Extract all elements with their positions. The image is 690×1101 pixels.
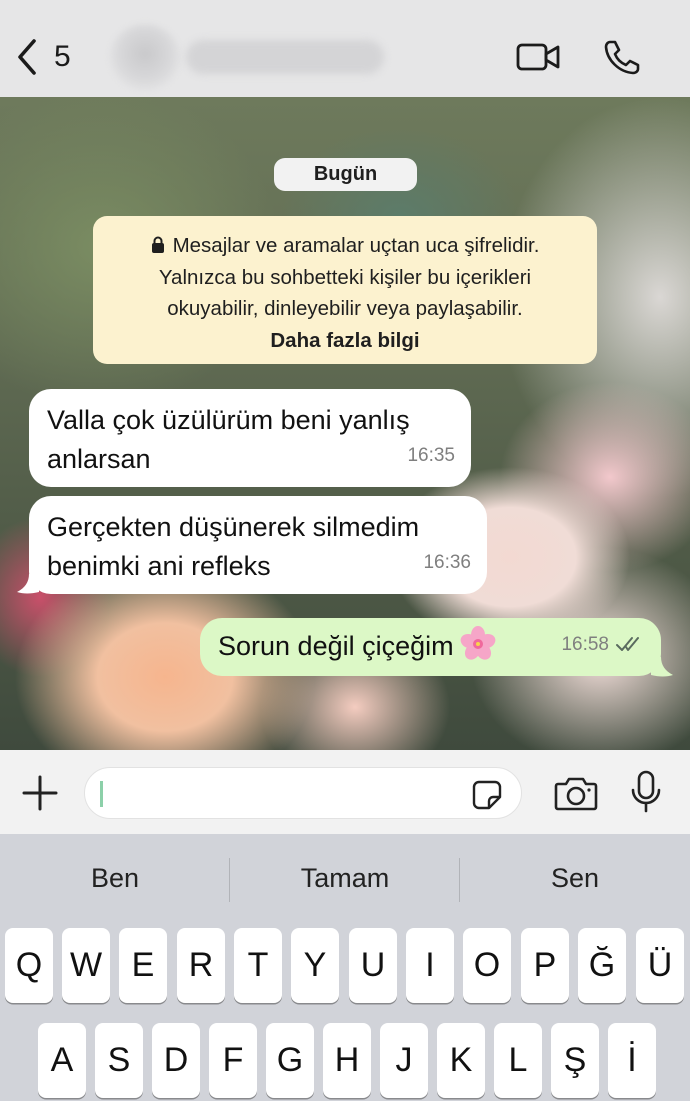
key-a[interactable]: A — [38, 1023, 86, 1098]
message-meta: 16:58 — [561, 625, 643, 664]
chat-header: 5 — [0, 0, 690, 97]
key-u[interactable]: U — [349, 928, 397, 1003]
message-text-line: benimki ani refleks — [47, 551, 271, 581]
chat-area[interactable]: Bugün Mesajlar ve aramalar uçtan uca şif… — [0, 97, 690, 750]
bubble-tail — [17, 574, 39, 594]
key-h[interactable]: H — [323, 1023, 371, 1098]
key-o[interactable]: O — [463, 928, 511, 1003]
key-g-breve[interactable]: Ğ — [578, 928, 626, 1003]
phone-icon — [604, 40, 640, 75]
cherry-blossom-icon — [460, 626, 496, 660]
suggestion-1[interactable]: Ben — [0, 856, 230, 900]
message-text-line: anlarsan — [47, 444, 151, 474]
keyboard: Q W E R T Y U I O P Ğ Ü A S D F G H J K … — [0, 926, 690, 1101]
message-bubble-incoming[interactable]: Valla çok üzülürüm beni yanlış anlarsan … — [29, 389, 471, 487]
key-w[interactable]: W — [62, 928, 110, 1003]
key-y[interactable]: Y — [291, 928, 339, 1003]
camera-icon[interactable] — [554, 774, 598, 812]
key-i[interactable]: I — [406, 928, 454, 1003]
bubble-tail — [651, 657, 673, 677]
microphone-icon[interactable] — [630, 770, 662, 814]
key-e[interactable]: E — [119, 928, 167, 1003]
key-r[interactable]: R — [177, 928, 225, 1003]
encryption-line-2: Yalnızca bu sohbetteki kişiler bu içerik… — [158, 265, 532, 289]
date-label: Bugün — [274, 158, 417, 191]
attach-plus-button[interactable] — [20, 773, 60, 813]
key-l[interactable]: L — [494, 1023, 542, 1098]
sticker-icon[interactable] — [471, 779, 503, 811]
contact-avatar[interactable] — [110, 24, 180, 90]
message-bubble-outgoing[interactable]: Sorun değil çiçeğim 16:58 — [200, 618, 661, 676]
suggestion-3[interactable]: Sen — [460, 856, 690, 900]
key-p[interactable]: P — [521, 928, 569, 1003]
chevron-left-icon — [18, 39, 36, 75]
lock-icon — [151, 236, 164, 253]
message-bubble-incoming[interactable]: Gerçekten düşünerek silmedim benimki ani… — [29, 496, 487, 594]
voice-call-button[interactable] — [598, 34, 648, 80]
key-i-dot[interactable]: İ — [608, 1023, 656, 1098]
predictive-text-bar: Ben Tamam Sen — [0, 834, 690, 926]
key-k[interactable]: K — [437, 1023, 485, 1098]
key-q[interactable]: Q — [5, 928, 53, 1003]
double-check-icon — [616, 637, 639, 651]
message-text-line: Gerçekten düşünerek silmedim — [47, 512, 420, 542]
message-input-field[interactable] — [84, 767, 522, 819]
learn-more-link[interactable]: Daha fazla bilgi — [93, 325, 597, 357]
message-time: 16:35 — [407, 445, 455, 466]
unread-count: 5 — [54, 40, 71, 73]
key-d[interactable]: D — [152, 1023, 200, 1098]
key-f[interactable]: F — [209, 1023, 257, 1098]
compose-bar — [0, 750, 690, 834]
contact-name-redacted[interactable] — [186, 40, 384, 74]
key-t[interactable]: T — [234, 928, 282, 1003]
suggestion-2[interactable]: Tamam — [230, 856, 460, 900]
key-j[interactable]: J — [380, 1023, 428, 1098]
message-text-line: Valla çok üzülürüm beni yanlış — [47, 405, 410, 435]
text-cursor — [100, 781, 103, 807]
message-time: 16:36 — [423, 552, 471, 573]
video-camera-icon — [516, 43, 560, 71]
encryption-notice[interactable]: Mesajlar ve aramalar uçtan uca şifrelidi… — [93, 216, 597, 364]
message-input[interactable] — [101, 768, 461, 818]
key-u-umlaut[interactable]: Ü — [636, 928, 684, 1003]
encryption-line-3: okuyabilir, dinleyebilir veya paylaşabil… — [167, 297, 523, 320]
key-g[interactable]: G — [266, 1023, 314, 1098]
message-text: Sorun değil çiçeğim — [218, 631, 454, 661]
video-call-button[interactable] — [513, 34, 563, 80]
message-time: 16:58 — [561, 634, 609, 655]
encryption-line-1: Mesajlar ve aramalar uçtan uca şifrelidi… — [172, 234, 540, 257]
key-s-cedilla[interactable]: Ş — [551, 1023, 599, 1098]
back-button[interactable]: 5 — [14, 36, 84, 78]
key-s[interactable]: S — [95, 1023, 143, 1098]
